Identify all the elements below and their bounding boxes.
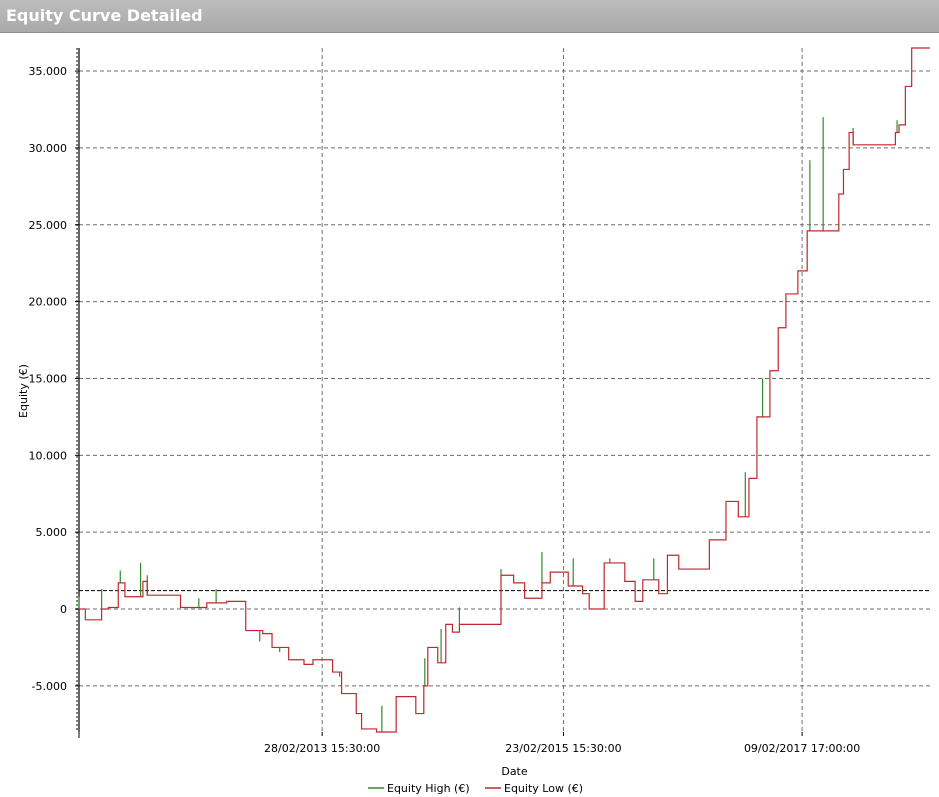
axes-layer: -5.000 0 5.000 10.000 15.000 20.000 25.000 30.0… [29, 48, 860, 755]
y-tick-label: 0 [60, 603, 67, 616]
x-tick-label: 23/02/2015 15:30:00 [505, 742, 621, 755]
y-tick-label: 25.000 [29, 219, 68, 232]
y-tick-label: 35.000 [29, 65, 68, 78]
y-tick-label: 15.000 [29, 372, 68, 385]
y-axis-label: Equity (€) [17, 364, 30, 418]
legend[interactable]: Equity High (€) Equity Low (€) [368, 782, 583, 795]
chart-window-title: Equity Curve Detailed [6, 6, 203, 25]
legend-label[interactable]: Equity Low (€) [504, 782, 583, 795]
y-tick-label: 5.000 [36, 526, 68, 539]
legend-label[interactable]: Equity High (€) [387, 782, 470, 795]
x-tick-label: 28/02/2013 15:30:00 [264, 742, 380, 755]
y-tick-label: -5.000 [32, 680, 67, 693]
equity-curve-chart: -5.000 0 5.000 10.000 15.000 20.000 25.000 30.0… [17, 47, 930, 795]
x-axis-label: Date [501, 765, 528, 778]
y-tick-label: 10.000 [29, 449, 68, 462]
y-tick-label: 30.000 [29, 142, 68, 155]
chart-title-bar: Equity Curve Detailed [0, 0, 939, 33]
grid-layer [79, 48, 930, 732]
y-tick-label: 20.000 [29, 296, 68, 309]
x-tick-label: 09/02/2017 17:00:00 [744, 742, 860, 755]
